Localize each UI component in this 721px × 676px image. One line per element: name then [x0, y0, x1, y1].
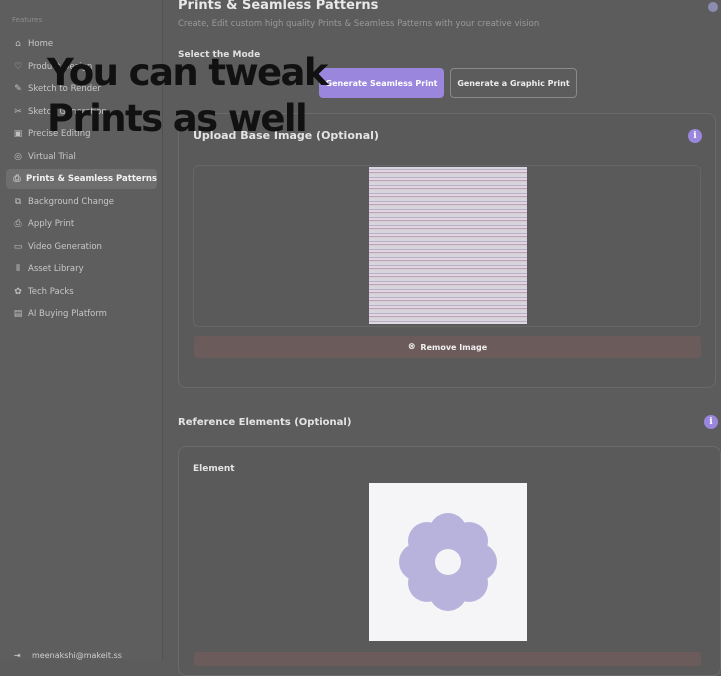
sidebar-item-background-change[interactable]: ⧉ Background Change [6, 192, 157, 212]
sidebar-item-tech-packs[interactable]: ✿ Tech Packs [6, 282, 157, 302]
tech-pack-icon: ✿ [14, 286, 22, 297]
remove-icon: ⊗ [407, 342, 416, 352]
scissors-icon: ✂ [14, 106, 22, 117]
sidebar-item-label: Tech Packs [28, 286, 74, 297]
element-label: Element [193, 464, 235, 474]
info-icon[interactable]: i [688, 129, 702, 143]
sidebar-item-video-generation[interactable]: ▭ Video Generation [6, 237, 157, 257]
sidebar-item-ai-buying-platform[interactable]: ▤ AI Buying Platform [6, 304, 157, 324]
sidebar-item-label: Asset Library [28, 264, 84, 274]
sidebar-item-label: AI Buying Platform [28, 309, 107, 319]
sidebar-heading: Features [12, 16, 43, 24]
sidebar-item-apply-print[interactable]: ⎙ Apply Print [6, 214, 157, 234]
clipboard-icon: ▤ [13, 309, 23, 319]
sidebar-item-label: Video Generation [28, 241, 102, 252]
sidebar-item-asset-library[interactable]: ⫴ Asset Library [6, 259, 157, 279]
remove-image-button[interactable]: ⊗ Remove Image [194, 336, 701, 358]
remove-image-label: Remove Image [420, 342, 488, 352]
notification-dot [708, 2, 718, 12]
sidebar-item-label: Background Change [28, 196, 114, 207]
home-icon: ⌂ [15, 39, 21, 49]
info-icon[interactable]: i [704, 415, 718, 429]
sidebar-item-prints-seamless-patterns[interactable]: ⎙ Prints & Seamless Patterns [6, 169, 157, 189]
reference-element-image[interactable] [369, 483, 527, 641]
overlay-caption: You can tweak Prints as well [47, 50, 447, 142]
user-email: meenakshi@makeit.ss [32, 650, 122, 660]
remove-element-button[interactable] [194, 652, 701, 666]
page-title: Prints & Seamless Patterns [178, 0, 379, 13]
pencil-icon: ✎ [14, 84, 22, 94]
camera-icon: ◎ [14, 151, 22, 162]
reference-elements-title: Reference Elements (Optional) [178, 417, 352, 428]
layers-icon: ⧉ [14, 196, 22, 207]
sidebar-item-label: Apply Print [28, 219, 75, 229]
sidebar-item-label: Prints & Seamless Patterns [25, 174, 157, 184]
page-subtitle: Create, Edit custom high quality Prints … [178, 19, 540, 29]
sidebar-item-label: Virtual Trial [28, 151, 76, 162]
overlay-line-1: You can tweak [47, 51, 329, 94]
library-icon: ⫴ [16, 264, 20, 274]
video-icon: ▭ [13, 241, 23, 252]
uploaded-print-image [369, 167, 527, 324]
logout-icon: ⇥ [14, 650, 21, 660]
overlay-line-2: Prints as well [47, 97, 308, 140]
generate-graphic-print-button[interactable]: Generate a Graphic Print [450, 68, 577, 98]
sidebar-item-virtual-trial[interactable]: ◎ Virtual Trial [6, 147, 157, 167]
printer-icon: ⎙ [14, 219, 22, 229]
printer-icon: ⎙ [13, 174, 21, 184]
sidebar-item-label: Home [28, 39, 54, 49]
image-edit-icon: ▣ [13, 129, 23, 139]
flower-icon [399, 513, 497, 611]
product-design-icon: ♡ [13, 61, 23, 72]
